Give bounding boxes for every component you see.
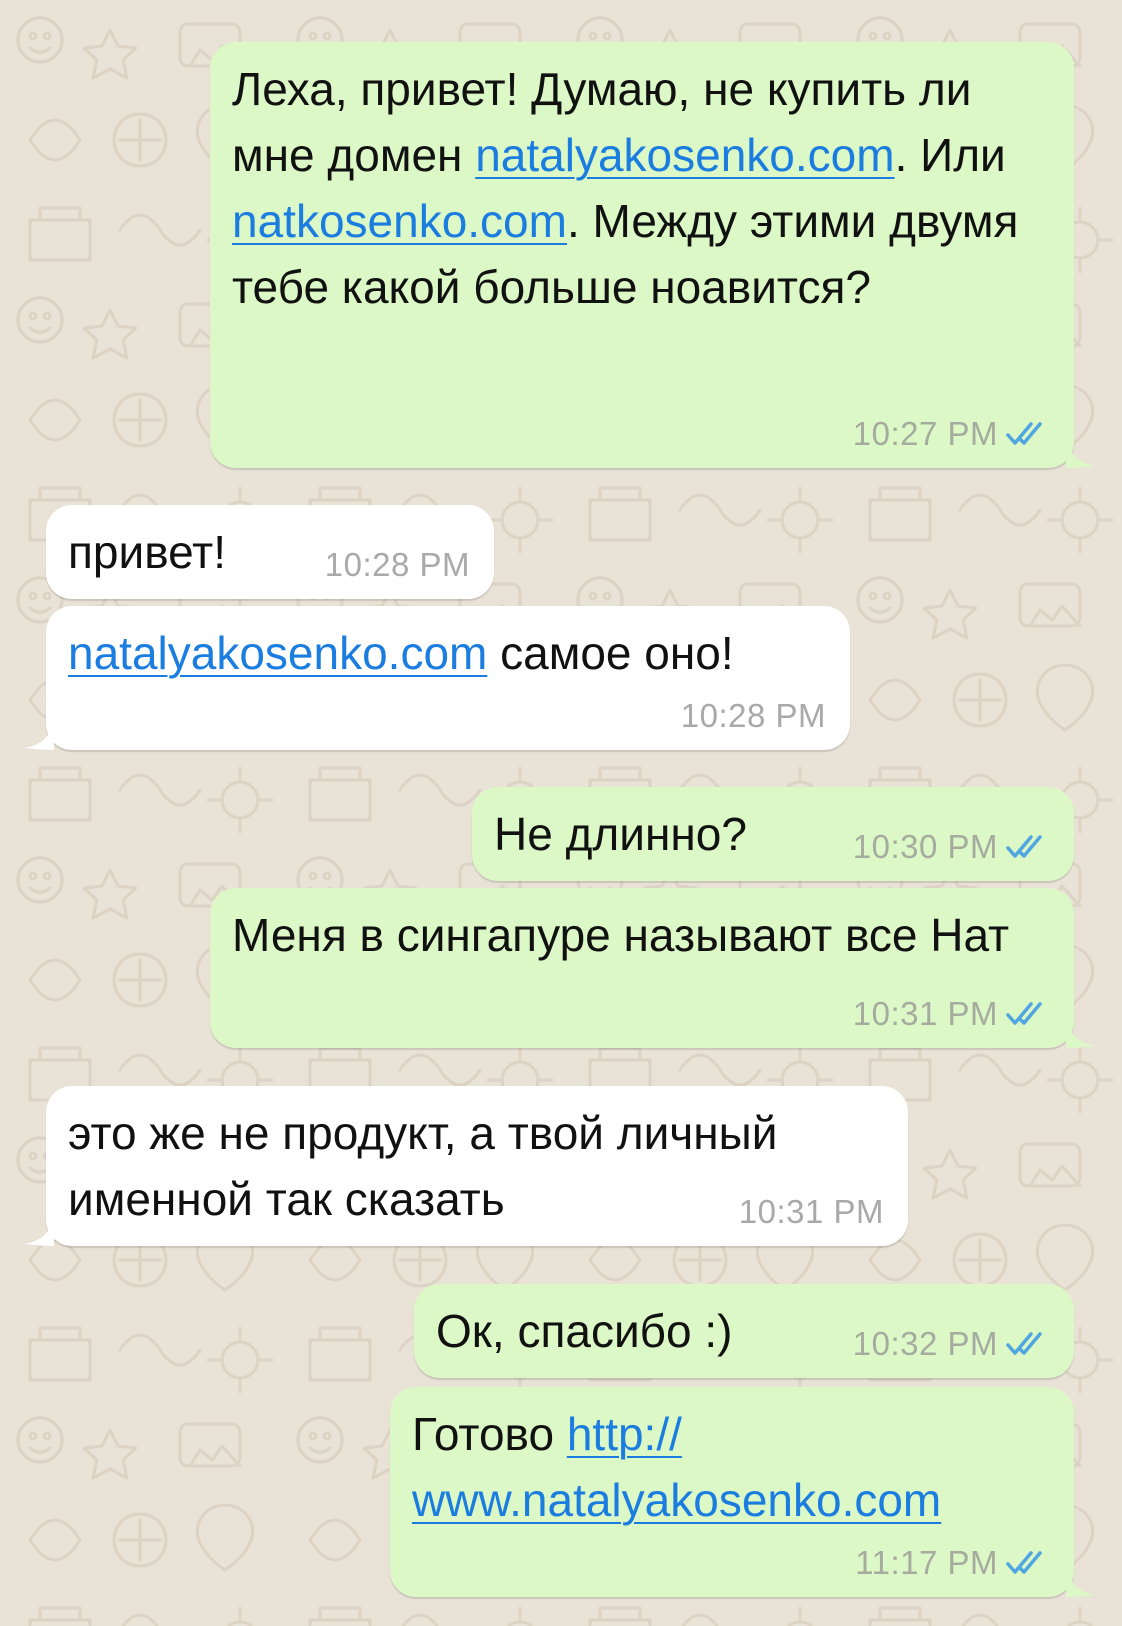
domain-link[interactable]: natalyakosenko.com <box>475 129 894 181</box>
message-meta: 10:32 PM <box>853 1324 1050 1364</box>
message-time: 10:28 PM <box>680 697 826 734</box>
message-outgoing[interactable]: Не длинно? 10:30 PM <box>472 787 1074 881</box>
bubble-tail <box>24 720 54 750</box>
double-check-read-icon <box>1006 422 1042 445</box>
bubble-tail <box>1066 1567 1096 1597</box>
message-text: Меня в сингапуре называют все Нат <box>232 909 1010 961</box>
message-outgoing[interactable]: Меня в сингапуре называют все Нат 10:31 … <box>210 888 1096 1048</box>
message-outgoing[interactable]: Ок, спасибо :) 10:32 PM <box>414 1284 1074 1378</box>
message-outgoing[interactable]: Леха, привет! Думаю, не купить ли мне до… <box>210 42 1096 468</box>
domain-link[interactable]: natalyakosenko.com <box>68 627 487 679</box>
message-incoming[interactable]: это же не продукт, а твой личный именной… <box>24 1086 908 1246</box>
double-check-read-icon <box>1006 1551 1042 1574</box>
url-link[interactable]: www.natalyakosenko.com <box>412 1474 941 1526</box>
message-meta: 10:28 PM <box>681 696 826 736</box>
message-outgoing[interactable]: Готово http://www.natalyakosenko.com 11:… <box>390 1387 1096 1597</box>
message-meta: 10:28 PM <box>325 545 470 585</box>
message-time: 10:30 PM <box>852 828 998 865</box>
message-meta: 11:17 PM <box>855 1543 1050 1583</box>
message-time: 10:28 PM <box>324 546 470 583</box>
bubble-tail <box>1066 438 1096 468</box>
double-check-read-icon <box>1006 1002 1042 1025</box>
conversation[interactable]: Леха, привет! Думаю, не купить ли мне до… <box>0 0 1122 1626</box>
message-time: 10:31 PM <box>738 1193 884 1230</box>
message-meta: 10:27 PM <box>853 414 1050 454</box>
message-time: 10:27 PM <box>852 415 998 452</box>
message-text: Готово http://www.natalyakosenko.com <box>412 1408 942 1526</box>
message-incoming[interactable]: привет! 10:28 PM <box>46 505 494 599</box>
message-text: Леха, привет! Думаю, не купить ли мне до… <box>232 63 1019 313</box>
message-meta: 10:30 PM <box>853 827 1050 867</box>
message-meta: 10:31 PM <box>739 1192 884 1232</box>
domain-link[interactable]: natkosenko.com <box>232 195 567 247</box>
message-meta: 10:31 PM <box>853 994 1050 1034</box>
message-time: 10:32 PM <box>852 1325 998 1362</box>
bubble-tail <box>1066 1018 1096 1048</box>
bubble-tail <box>24 1216 54 1246</box>
message-text: natalyakosenko.com самое оно! <box>68 627 734 679</box>
message-incoming[interactable]: natalyakosenko.com самое оно! 10:28 PM <box>24 606 850 750</box>
message-time: 11:17 PM <box>855 1544 998 1581</box>
double-check-read-icon <box>1006 1332 1042 1355</box>
url-link[interactable]: http:// <box>567 1408 682 1460</box>
message-time: 10:31 PM <box>852 995 998 1032</box>
double-check-read-icon <box>1006 835 1042 858</box>
